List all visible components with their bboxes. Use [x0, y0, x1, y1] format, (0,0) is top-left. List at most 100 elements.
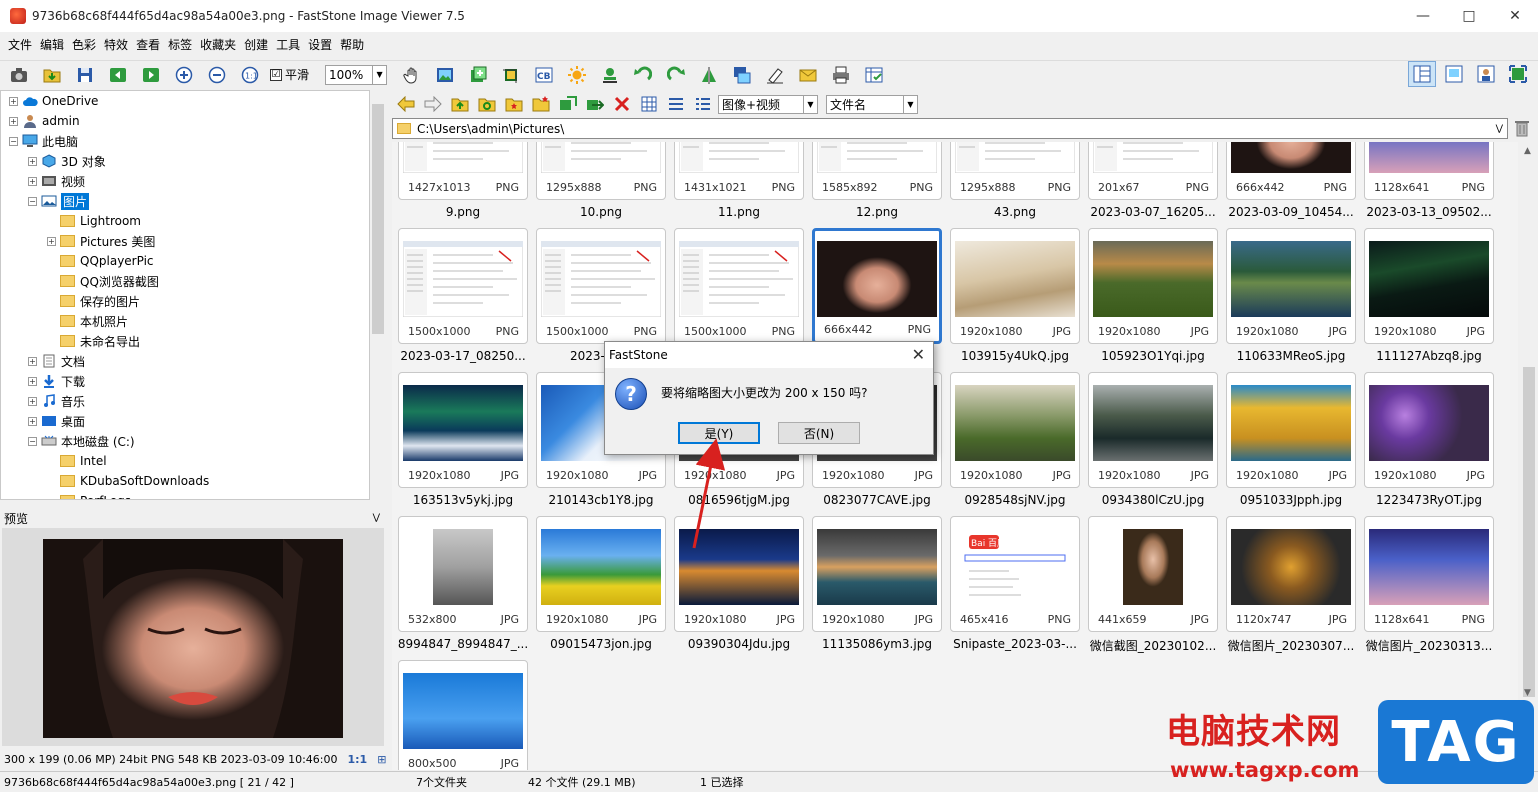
tree-scrollbar[interactable]	[370, 90, 386, 500]
expand-toggle-icon[interactable]: +	[28, 416, 37, 426]
menu-item[interactable]: 帮助	[336, 36, 368, 53]
tree-item[interactable]: + Pictures 美图	[47, 231, 155, 251]
thumbnail-filename[interactable]: 43.png	[946, 205, 1084, 219]
cb-batch-icon[interactable]: CB	[531, 63, 556, 87]
menu-item[interactable]: 文件	[4, 36, 36, 53]
thumbnail-tile[interactable]: 1920x1080 JPG	[1364, 228, 1494, 344]
smooth-checkbox[interactable]: ☑ 平滑	[270, 66, 309, 83]
thumbnail-tile[interactable]: 532x800 JPG	[398, 516, 528, 632]
thumbnail-filename[interactable]: 11135086ym3.jpg	[808, 637, 946, 651]
collapse-chevron-icon[interactable]: ⋁	[373, 513, 380, 523]
thumbnail-tile[interactable]: 666x442 PNG	[1226, 142, 1356, 200]
thumbnail-tile[interactable]: 1920x1080 JPG	[950, 228, 1080, 344]
thumbnail-filename[interactable]: 105923O1Yqi.jpg	[1084, 349, 1222, 363]
layout-browser-icon[interactable]	[1408, 61, 1436, 87]
actual-size-icon[interactable]: 1:1	[237, 63, 262, 87]
camera-icon[interactable]	[6, 63, 31, 87]
thumbnail-tile[interactable]: 1500x1000 PNG	[536, 228, 666, 344]
thumbnail-tile[interactable]: 1920x1080 JPG	[398, 372, 528, 488]
thumbnail-filename[interactable]: 2023-03-17_08250...	[394, 349, 532, 363]
thumbnail-filename[interactable]: 09015473jon.jpg	[532, 637, 670, 651]
chevron-down-icon[interactable]: ⋁	[1496, 124, 1503, 134]
thumbnail-filename[interactable]: 微信图片_20230313...	[1360, 637, 1498, 654]
details-view-icon[interactable]	[691, 93, 715, 115]
address-bar[interactable]: C:\Users\admin\Pictures\ ⋁	[392, 118, 1508, 139]
thumbnail-filename[interactable]: 微信图片_20230307...	[1222, 637, 1360, 654]
thumbnail-tile[interactable]: 1431x1021 PNG	[674, 142, 804, 200]
save-icon[interactable]	[72, 63, 97, 87]
rotate-left-icon[interactable]	[630, 63, 655, 87]
thumbnail-filename[interactable]: 0951033Jpph.jpg	[1222, 493, 1360, 507]
layout-preview-icon[interactable]	[1440, 61, 1468, 87]
thumbnail-filename[interactable]: 微信截图_20230102...	[1084, 637, 1222, 654]
tree-item[interactable]: +QQplayerPic	[47, 251, 154, 271]
draw-icon[interactable]	[762, 63, 787, 87]
filter-select[interactable]: 图像+视频 ▼	[718, 94, 818, 114]
thumbnail-tile[interactable]: 1920x1080 JPG	[536, 516, 666, 632]
zoom-select[interactable]: 100% ▼	[325, 64, 388, 85]
expand-toggle-icon[interactable]: −	[28, 196, 37, 206]
tree-item[interactable]: +3D 对象	[28, 151, 106, 171]
thumbnail-tile[interactable]: 201x67 PNG	[1088, 142, 1218, 200]
thumbnail-filename[interactable]: Snipaste_2023-03-...	[946, 637, 1084, 651]
tree-item[interactable]: +Intel	[47, 451, 107, 471]
thumbnail-filename[interactable]: 10.png	[532, 205, 670, 219]
thumbnail-tile[interactable]: 1585x892 PNG	[812, 142, 942, 200]
favorite-folder-icon[interactable]	[502, 93, 526, 115]
thumbnail-tile[interactable]: 1295x888 PNG	[536, 142, 666, 200]
thumbnail-tile[interactable]: 1920x1080 JPG	[674, 516, 804, 632]
forward-arrow-icon[interactable]	[421, 93, 445, 115]
back-arrow-icon[interactable]	[394, 93, 418, 115]
list-view-icon[interactable]	[664, 93, 688, 115]
menu-item[interactable]: 设置	[304, 36, 336, 53]
new-folder-icon[interactable]	[529, 93, 553, 115]
tree-item[interactable]: + admin	[9, 111, 80, 131]
recycle-bin-icon[interactable]	[1514, 119, 1530, 137]
print-icon[interactable]	[828, 63, 853, 87]
zoom-out-icon[interactable]	[204, 63, 229, 87]
ratio-label[interactable]: 1:1	[348, 753, 368, 766]
expand-toggle-icon[interactable]: −	[9, 136, 18, 146]
delete-icon[interactable]	[610, 93, 634, 115]
tree-item[interactable]: − 图片	[28, 191, 90, 211]
thumbnail-tile[interactable]: 1920x1080 JPG	[1226, 372, 1356, 488]
hand-tool-icon[interactable]	[399, 63, 424, 87]
thumbnail-view-icon[interactable]	[637, 93, 661, 115]
thumbnail-tile[interactable]: 1920x1080 JPG	[1226, 228, 1356, 344]
thumbnail-tile[interactable]: 1920x1080 JPG	[1088, 228, 1218, 344]
expand-toggle-icon[interactable]: −	[28, 436, 37, 446]
tree-item[interactable]: +KDubaSoftDownloads	[47, 471, 209, 491]
menu-item[interactable]: 创建	[240, 36, 272, 53]
thumbnail-tile[interactable]: 1128x641 PNG	[1364, 516, 1494, 632]
tree-item[interactable]: +QQ浏览器截图	[47, 271, 159, 291]
no-button[interactable]: 否(N)	[778, 422, 860, 444]
close-button[interactable]: ✕	[1492, 0, 1538, 32]
expand-toggle-icon[interactable]: +	[28, 376, 37, 386]
next-icon[interactable]	[138, 63, 163, 87]
menu-item[interactable]: 查看	[132, 36, 164, 53]
thumbnail-filename[interactable]: 0816596tjgM.jpg	[670, 493, 808, 507]
flip-icon[interactable]	[696, 63, 721, 87]
expand-toggle-icon[interactable]: +	[28, 176, 37, 186]
thumbnail-tile[interactable]: 800x500 JPG	[398, 660, 528, 770]
tree-item[interactable]: +未命名导出	[47, 331, 140, 351]
thumbnail-tile[interactable]: 666x442 PNG	[812, 228, 942, 344]
thumbnail-filename[interactable]: 09390304Jdu.jpg	[670, 637, 808, 651]
expand-toggle-icon[interactable]: +	[9, 116, 18, 126]
thumbnail-tile[interactable]: 1920x1080 JPG	[1364, 372, 1494, 488]
thumbnail-filename[interactable]: 103915y4UkQ.jpg	[946, 349, 1084, 363]
tree-item[interactable]: +本机照片	[47, 311, 128, 331]
expand-toggle-icon[interactable]: +	[47, 236, 56, 246]
sort-select[interactable]: 文件名 ▼	[826, 94, 918, 114]
thumbnail-filename[interactable]: 9.png	[394, 205, 532, 219]
expand-toggle-icon[interactable]: +	[28, 156, 37, 166]
menu-item[interactable]: 收藏夹	[196, 36, 240, 53]
thumbnail-filename[interactable]: 0928548sjNV.jpg	[946, 493, 1084, 507]
stamp-icon[interactable]	[597, 63, 622, 87]
maximize-button[interactable]: □	[1446, 0, 1492, 32]
grid-scroll-thumb[interactable]	[1523, 367, 1535, 697]
refresh-folder-icon[interactable]	[475, 93, 499, 115]
thumbnail-filename[interactable]: 111127Abzq8.jpg	[1360, 349, 1498, 363]
tree-item[interactable]: + 桌面	[28, 411, 85, 431]
thumbnail-filename[interactable]: 0934380lCzU.jpg	[1084, 493, 1222, 507]
